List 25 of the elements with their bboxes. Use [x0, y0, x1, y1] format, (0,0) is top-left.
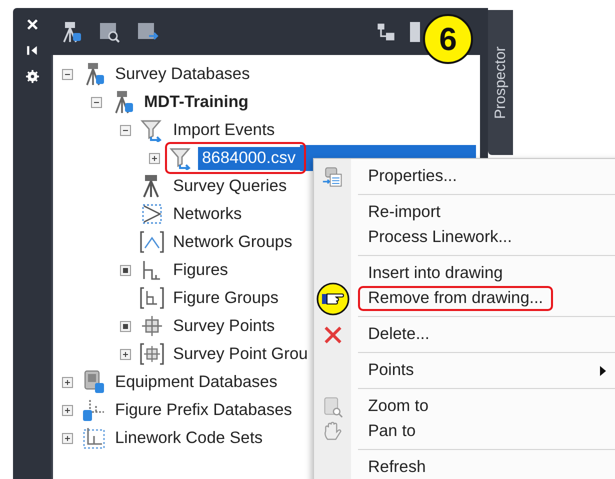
tree-item[interactable]: Figure Prefix Databases	[111, 398, 296, 422]
menu-item[interactable]: Refresh	[358, 455, 615, 479]
tree-item[interactable]: MDT-Training	[140, 90, 252, 114]
menu-item[interactable]: Zoom to	[358, 394, 615, 419]
tree-item[interactable]: 8684000.csv	[198, 146, 300, 170]
menu-item[interactable]: Properties...	[358, 164, 615, 189]
tree-item[interactable]: Survey Point Grou	[169, 342, 312, 366]
tree-item[interactable]: Network Groups	[169, 230, 296, 254]
tree-item[interactable]: Survey Queries	[169, 174, 291, 198]
menu-item[interactable]: Points	[358, 358, 615, 383]
menu-item[interactable]: Pan to	[358, 419, 615, 444]
menu-item[interactable]: Re-import	[358, 200, 615, 225]
tree-item[interactable]: Linework Code Sets	[111, 426, 267, 450]
side-tab[interactable]: Prospector	[488, 10, 513, 155]
menu-item[interactable]: Remove from drawing...	[358, 286, 554, 311]
tree-item[interactable]: Figures	[169, 258, 232, 282]
tree-item[interactable]: Equipment Databases	[111, 370, 282, 394]
tree-item[interactable]: Figure Groups	[169, 286, 282, 310]
menu-item[interactable]: Delete...	[358, 322, 615, 347]
tree-item[interactable]: Survey Databases	[111, 62, 254, 86]
tree-item[interactable]: Survey Points	[169, 314, 279, 338]
menu-item[interactable]: Insert into drawing	[358, 261, 615, 286]
tree-item[interactable]: Networks	[169, 202, 246, 226]
menu-item[interactable]: Process Linework...	[358, 225, 615, 250]
tree-item[interactable]: Import Events	[169, 118, 279, 142]
